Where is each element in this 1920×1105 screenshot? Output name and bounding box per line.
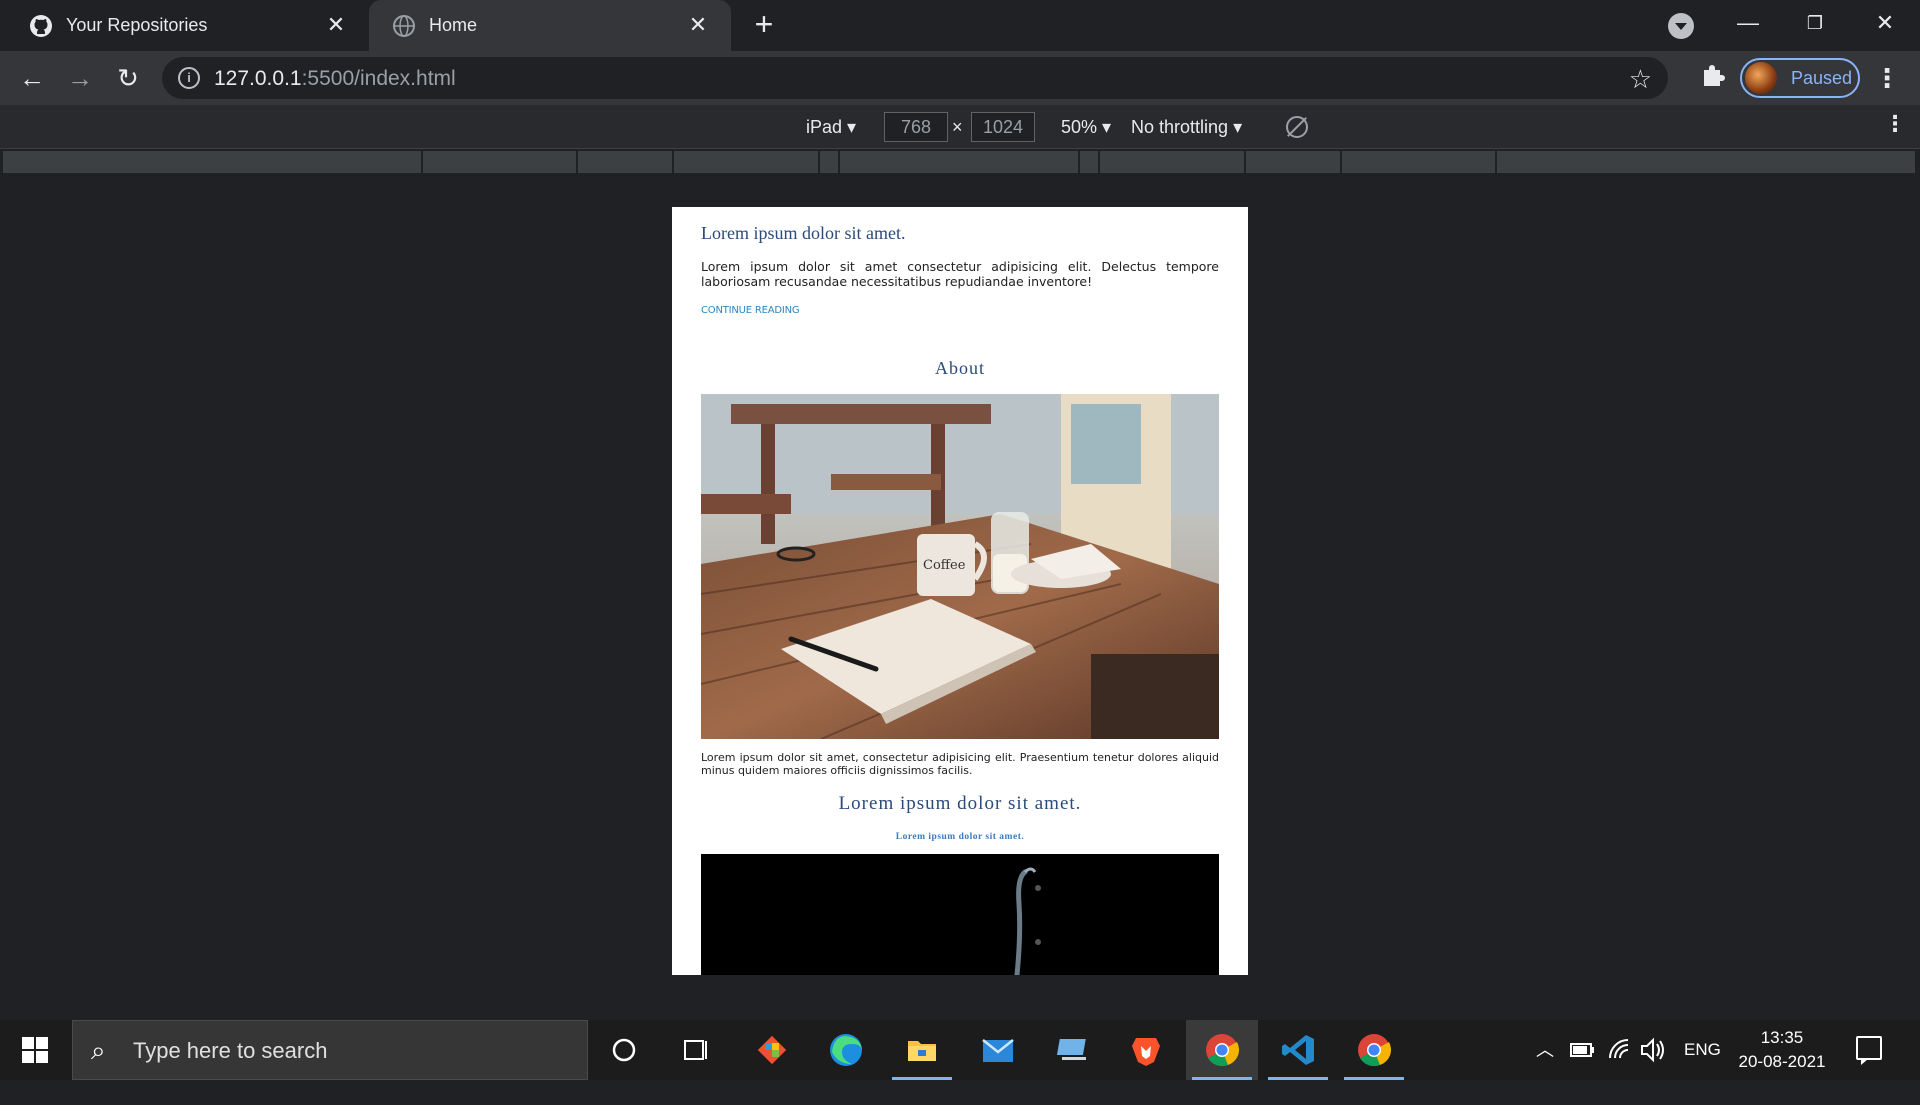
emulated-page: Lorem ipsum dolor sit amet. Lorem ipsum …: [672, 207, 1248, 975]
post-title[interactable]: Lorem ipsum dolor sit amet.: [701, 223, 1219, 244]
section-subheading: Lorem ipsum dolor sit amet.: [895, 832, 1025, 842]
new-tab-button[interactable]: +: [748, 8, 780, 41]
windows-taskbar: ⌕ Type here to search ︿ ENG 13:35 20-08-…: [0, 1020, 1920, 1080]
tab-search-icon[interactable]: [1668, 13, 1694, 39]
volume-icon[interactable]: [1640, 1020, 1666, 1080]
media-query-segment[interactable]: [1497, 151, 1917, 173]
windows-start-icon[interactable]: [0, 1020, 70, 1080]
dark-photo: [701, 854, 1219, 975]
profile-status: Paused: [1791, 67, 1853, 88]
close-tab-icon[interactable]: ✕: [687, 14, 709, 36]
notification-center-icon[interactable]: [1856, 1036, 1882, 1065]
search-placeholder: Type here to search: [133, 1038, 328, 1063]
device-label: iPad: [806, 117, 843, 137]
forward-arrow-icon[interactable]: →: [64, 62, 96, 94]
media-query-segment[interactable]: [1080, 151, 1100, 173]
git-app-icon[interactable]: [736, 1020, 808, 1080]
width-input[interactable]: 768: [884, 112, 948, 142]
profile-button[interactable]: Paused: [1740, 58, 1860, 98]
minimize-icon[interactable]: —: [1723, 6, 1773, 40]
throttling-label: No throttling: [1131, 117, 1229, 137]
taskbar-search-box[interactable]: ⌕ Type here to search: [72, 1020, 588, 1080]
window-close-icon[interactable]: ✕: [1860, 6, 1910, 40]
media-query-segment[interactable]: [3, 151, 423, 173]
device-toolbar-menu-icon[interactable]: ⋮: [1884, 111, 1906, 137]
clock-time: 13:35: [1760, 1028, 1804, 1047]
cortana-icon[interactable]: [588, 1020, 660, 1080]
avatar: [1745, 62, 1777, 94]
tab-title: Home: [429, 15, 478, 35]
brave-browser-icon[interactable]: [1110, 1020, 1182, 1080]
tab-title: Your Repositories: [66, 15, 208, 35]
url-host: 127.0.0.1: [214, 67, 302, 90]
edge-browser-icon[interactable]: [810, 1020, 882, 1080]
url-text[interactable]: 127.0.0.1:5500/index.html: [214, 67, 456, 91]
globe-icon: [391, 13, 417, 39]
media-query-segment[interactable]: [423, 151, 578, 173]
media-query-segment[interactable]: [820, 151, 840, 173]
rotate-disabled-icon[interactable]: [1286, 116, 1308, 138]
media-query-segment[interactable]: [578, 151, 674, 173]
tab-your-repositories[interactable]: Your Repositories ✕: [0, 0, 369, 51]
address-bar[interactable]: i 127.0.0.1:5500/index.html ☆: [162, 57, 1668, 99]
restore-icon[interactable]: ❐: [1790, 6, 1840, 40]
clock-date: 20-08-2021: [1738, 1052, 1826, 1071]
chrome-app-icon[interactable]: [1338, 1020, 1410, 1080]
reload-icon[interactable]: ↻: [112, 62, 144, 94]
mug-text: Coffee: [923, 558, 966, 573]
dimension-separator: ×: [952, 117, 963, 137]
zoom-label: 50%: [1061, 117, 1098, 137]
remote-desktop-icon[interactable]: [1038, 1020, 1110, 1080]
media-query-segment[interactable]: [674, 151, 820, 173]
chrome-app-icon-active[interactable]: [1186, 1020, 1258, 1080]
search-icon: ⌕: [91, 1035, 106, 1065]
file-explorer-icon[interactable]: [886, 1020, 958, 1080]
media-query-segment[interactable]: [1100, 151, 1246, 173]
media-query-bar: [0, 149, 1920, 175]
media-query-segment[interactable]: [1342, 151, 1497, 173]
mail-icon[interactable]: [962, 1020, 1034, 1080]
browser-toolbar: ← → ↻ i 127.0.0.1:5500/index.html ☆ Paus…: [0, 51, 1920, 105]
close-tab-icon[interactable]: ✕: [325, 14, 347, 36]
about-photo: Coffee: [701, 394, 1219, 739]
device-toolbar: iPad ▾ 768 × 1024 50% ▾ No throttling ▾ …: [0, 105, 1920, 149]
throttling-select[interactable]: No throttling ▾: [1131, 105, 1242, 149]
url-path: :5500/index.html: [301, 67, 456, 90]
post-body: Lorem ipsum dolor sit amet consectetur a…: [701, 259, 1219, 289]
tab-home[interactable]: Home ✕: [369, 0, 731, 51]
continue-reading-link[interactable]: CONTINUE READING: [701, 305, 1219, 316]
height-input[interactable]: 1024: [971, 112, 1035, 142]
wifi-icon[interactable]: [1608, 1020, 1632, 1080]
zoom-select[interactable]: 50% ▾: [1061, 105, 1111, 149]
about-heading: About: [935, 358, 985, 378]
bookmark-star-icon[interactable]: ☆: [1629, 64, 1652, 95]
back-arrow-icon[interactable]: ←: [16, 62, 48, 94]
extensions-puzzle-icon[interactable]: [1698, 62, 1728, 92]
vscode-icon[interactable]: [1262, 1020, 1334, 1080]
about-body: Lorem ipsum dolor sit amet, consectetur …: [701, 751, 1219, 777]
media-query-segment[interactable]: [840, 151, 1080, 173]
battery-icon[interactable]: [1570, 1020, 1596, 1080]
browser-menu-icon[interactable]: ⋮: [1874, 62, 1900, 94]
task-view-icon[interactable]: [660, 1020, 732, 1080]
clock[interactable]: 13:35 20-08-2021: [1730, 1026, 1834, 1074]
info-icon[interactable]: i: [178, 67, 200, 89]
device-select[interactable]: iPad ▾: [806, 105, 856, 149]
media-query-segment[interactable]: [1246, 151, 1342, 173]
language-indicator[interactable]: ENG: [1684, 1020, 1721, 1080]
github-icon: [28, 13, 54, 39]
tab-strip: Your Repositories ✕ Home ✕ + — ❐ ✕: [0, 0, 1920, 51]
show-hidden-icons-chevron-icon[interactable]: ︿: [1536, 1020, 1554, 1080]
section-heading: Lorem ipsum dolor sit amet.: [838, 793, 1082, 814]
